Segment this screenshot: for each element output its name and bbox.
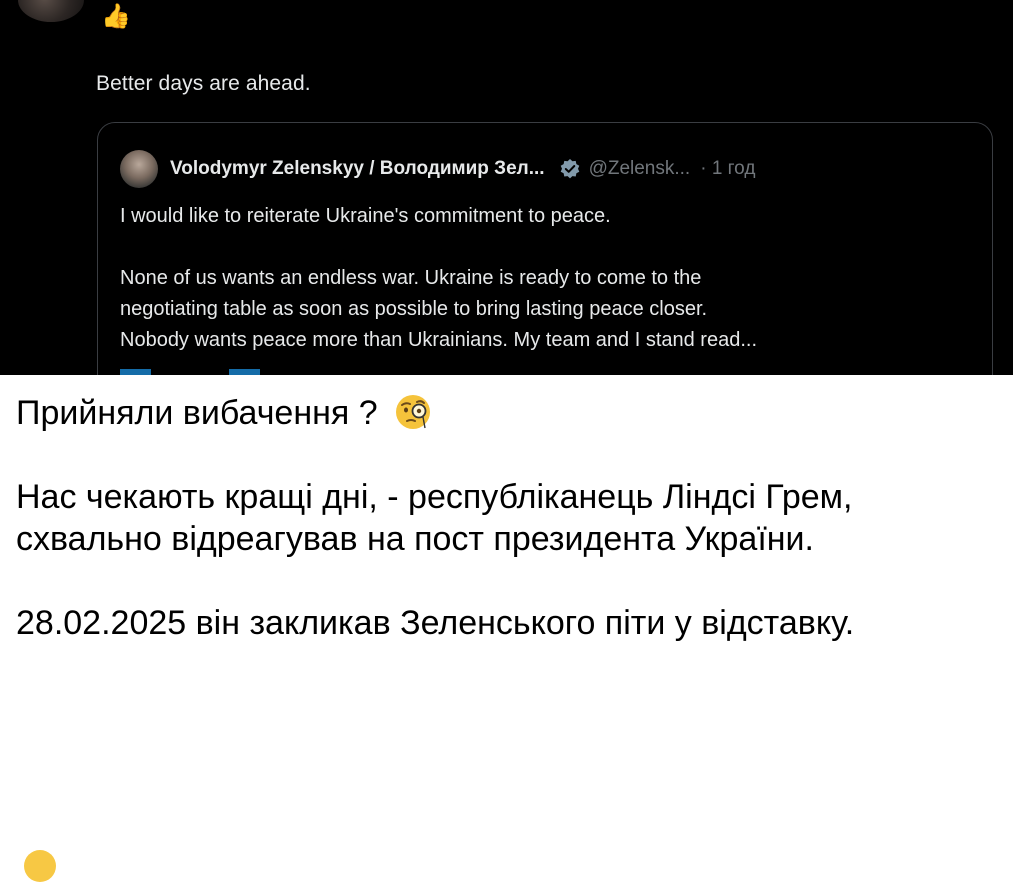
quoted-tweet-line: negotiating table as soon as possible to… <box>120 298 708 320</box>
quoted-tweet-line: Nobody wants peace more than Ukrainians.… <box>120 329 758 351</box>
quoted-tweet-line: I would like to reiterate Ukraine's comm… <box>120 205 611 227</box>
quoted-tweet-header: Volodymyr Zelenskyy / Володимир Зел... @… <box>120 150 755 188</box>
quoted-author-avatar <box>120 150 158 188</box>
post-caption: Прийняли вибачення ? Нас чекають кращі д… <box>16 392 1006 644</box>
quoted-tweet-time: · 1 год <box>700 158 756 179</box>
quoted-tweet-line: None of us wants an endless war. Ukraine… <box>120 267 702 289</box>
thumbs-up-icon: 👍 <box>101 2 131 30</box>
caption-paragraph-2: Нас чекають кращі дні, - республіканець … <box>16 478 853 558</box>
verified-badge-icon <box>559 158 581 180</box>
quoted-author-name: Volodymyr Zelenskyy / Володимир Зел... <box>170 158 545 179</box>
face-with-monocle-icon <box>393 392 433 432</box>
show-more-link[interactable] <box>120 369 260 375</box>
quoted-author-handle[interactable]: @Zelensk... <box>589 158 691 180</box>
caption-question: Прийняли вибачення ? <box>16 394 378 432</box>
avatar <box>18 0 84 22</box>
caption-line-1: Прийняли вибачення ? <box>16 392 1006 434</box>
tweet-text: Better days are ahead. <box>96 72 311 95</box>
tweet-screenshot: 👍 Better days are ahead. Volodymyr Zelen… <box>0 0 1013 375</box>
emoji-icon <box>24 850 56 882</box>
quoted-tweet-card[interactable]: Volodymyr Zelenskyy / Володимир Зел... @… <box>97 122 993 375</box>
caption-paragraph-3: 28.02.2025 він закликав Зеленського піти… <box>16 604 855 642</box>
quoted-tweet-body: I would like to reiterate Ukraine's comm… <box>120 201 980 356</box>
